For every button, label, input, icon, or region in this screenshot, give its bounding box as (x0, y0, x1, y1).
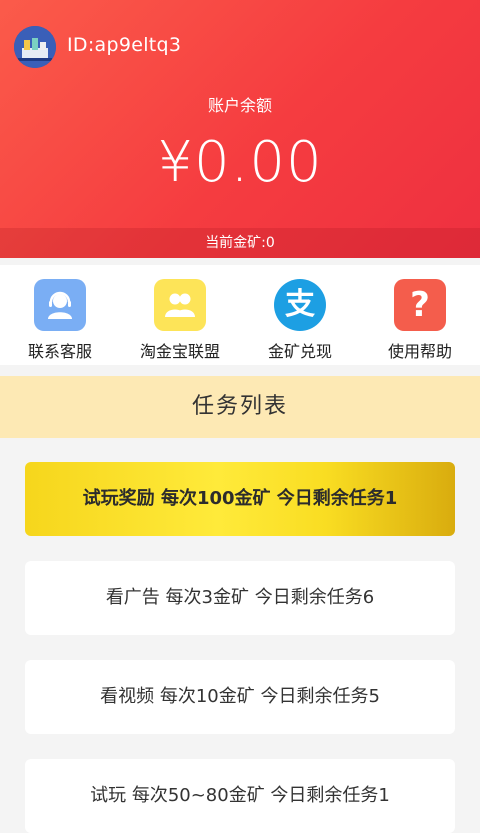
shortcut-label: 金矿兑现 (267, 342, 332, 361)
shortcut-exchange[interactable]: 支 金矿兑现 (240, 265, 360, 365)
shortcut-help[interactable]: ? 使用帮助 (360, 265, 480, 365)
balance-amount: ¥0.00 (157, 130, 323, 195)
shortcut-label: 联系客服 (27, 342, 92, 361)
shortcut-label: 淘金宝联盟 (139, 342, 220, 361)
avatar-image (14, 26, 56, 68)
task-item-trial-reward[interactable]: 试玩奖励 每次100金矿 今日剩余任务1 (25, 462, 455, 536)
account-header: ID:ap9eltq3 账户余额 ¥0.00 当前金矿:0 (0, 0, 480, 258)
shortcut-alliance[interactable]: 淘金宝联盟 (120, 265, 240, 365)
alipay-glyph: 支 (285, 287, 315, 322)
user-id: ID:ap9eltq3 (67, 34, 182, 56)
shortcut-label: 使用帮助 (387, 342, 452, 361)
task-item-watch-video[interactable]: 看视频 每次10金矿 今日剩余任务5 (25, 660, 455, 734)
shortcut-customer-service[interactable]: 联系客服 (0, 265, 120, 365)
alipay-icon: 支 (274, 279, 326, 331)
task-item-trial[interactable]: 试玩 每次50~80金矿 今日剩余任务1 (25, 759, 455, 833)
question-icon: ? (394, 279, 446, 331)
balance-label: 账户余额 (207, 96, 272, 115)
gold-count: 当前金矿:0 (0, 228, 480, 258)
group-icon (154, 279, 206, 331)
task-item-watch-ad[interactable]: 看广告 每次3金矿 今日剩余任务6 (25, 561, 455, 635)
shortcut-bar: 联系客服 淘金宝联盟 支 金矿兑现 ? 使用帮助 (0, 265, 480, 365)
task-list-title: 任务列表 (0, 376, 480, 438)
customer-service-icon (34, 279, 86, 331)
question-glyph: ? (410, 285, 430, 325)
user-avatar[interactable] (14, 26, 56, 68)
